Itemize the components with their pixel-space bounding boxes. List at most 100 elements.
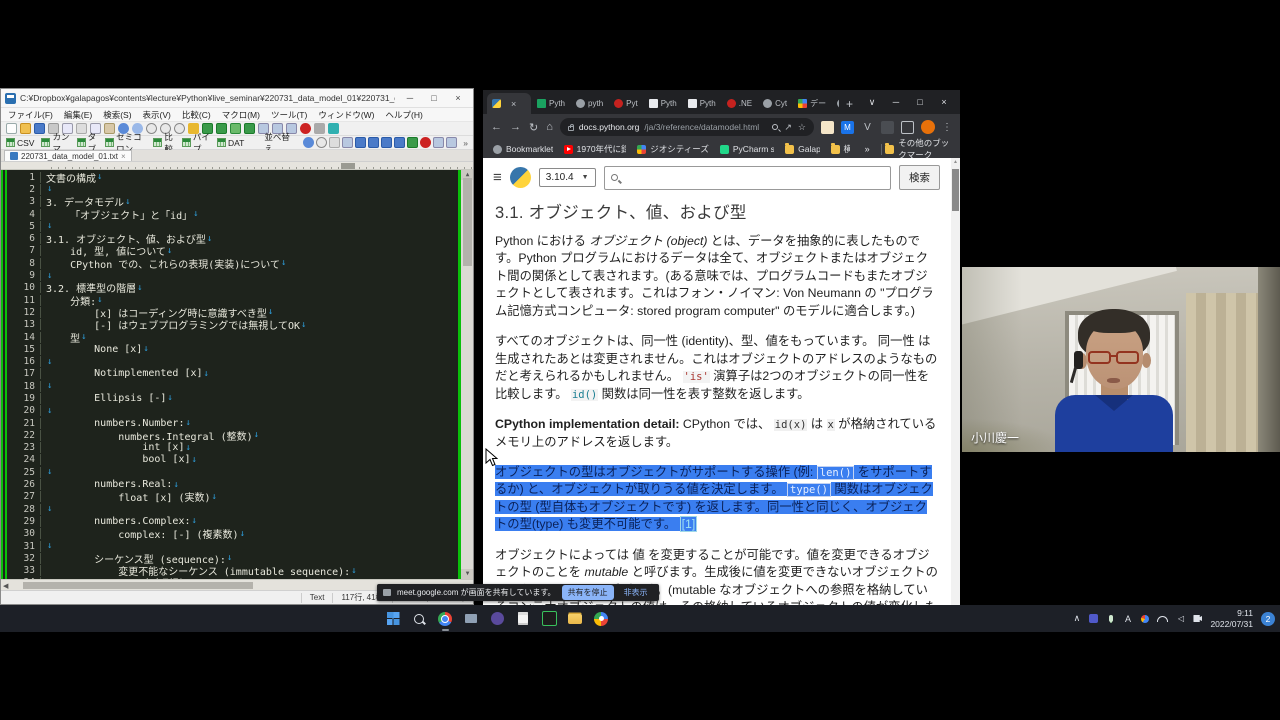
scrollbar-thumb[interactable] bbox=[23, 582, 253, 589]
browser-tab[interactable]: Pyth× bbox=[683, 93, 721, 114]
taskbar-icon[interactable] bbox=[539, 609, 559, 629]
nav-icon[interactable]: ↻ bbox=[529, 121, 538, 134]
scrollbar-thumb[interactable] bbox=[463, 178, 472, 266]
toolbar-overflow-icon[interactable]: » bbox=[463, 138, 468, 148]
tray-icon[interactable] bbox=[1140, 615, 1149, 623]
page-scrollbar[interactable]: ▲ bbox=[951, 158, 960, 605]
menu-item[interactable]: 比較(C) bbox=[182, 109, 211, 121]
toolbar-icon[interactable] bbox=[303, 137, 314, 148]
menu-item[interactable]: ファイル(F) bbox=[8, 109, 53, 121]
taskbar-icon[interactable] bbox=[435, 609, 455, 629]
profile-avatar[interactable] bbox=[921, 120, 935, 134]
menu-item[interactable]: ウィンドウ(W) bbox=[318, 109, 374, 121]
editor-line[interactable]: 18↓ bbox=[9, 380, 460, 392]
window-control-icon[interactable]: ─ bbox=[399, 91, 421, 106]
editor-line[interactable]: 30 complex: [-] (複素数)↓ bbox=[9, 528, 460, 540]
editor-line[interactable]: 16↓ bbox=[9, 355, 460, 367]
scrollbar-thumb[interactable] bbox=[952, 169, 959, 211]
editor-line[interactable]: 24 bool [x]↓ bbox=[9, 454, 460, 466]
editor-line[interactable]: 15 None [x]↓ bbox=[9, 343, 460, 355]
editor-line[interactable]: 23 int [x]↓ bbox=[9, 442, 460, 454]
browser-tab[interactable]: × bbox=[487, 93, 531, 114]
menu-item[interactable]: 編集(E) bbox=[64, 109, 92, 121]
editor-line[interactable]: 22 numbers.Integral (整数)↓ bbox=[9, 429, 460, 441]
bookmark-item[interactable]: Galapagos bbox=[785, 143, 819, 155]
bookmarks-overflow-icon[interactable]: » bbox=[865, 144, 870, 154]
docs-search-input[interactable] bbox=[604, 166, 891, 190]
bookmark-item[interactable]: ジオシティーズの閉鎖で... bbox=[637, 143, 709, 155]
toolbar-icon[interactable] bbox=[433, 137, 444, 148]
address-bar[interactable]: docs.python.org /ja/3/reference/datamode… bbox=[560, 118, 814, 136]
document-tab[interactable]: 220731_data_model_01.txt × bbox=[4, 150, 132, 161]
notification-badge[interactable]: 2 bbox=[1261, 612, 1275, 626]
tray-icon[interactable] bbox=[1176, 614, 1185, 623]
toolbar-icon[interactable] bbox=[368, 137, 379, 148]
menu-item[interactable]: 検索(S) bbox=[103, 109, 131, 121]
bookmark-item[interactable]: PyCharm shortcuts bbox=[720, 143, 774, 155]
toolbar-icon[interactable] bbox=[314, 123, 325, 134]
omnibox-icon[interactable]: ↗ bbox=[784, 122, 792, 133]
editor-line[interactable]: 27 float [x] (実数)↓ bbox=[9, 491, 460, 503]
tab-close-icon[interactable]: × bbox=[511, 99, 516, 109]
toolbar-icon[interactable] bbox=[300, 123, 311, 134]
browser-tab[interactable]: pyth× bbox=[571, 93, 608, 114]
taskbar-icon[interactable] bbox=[591, 609, 611, 629]
toolbar-icon[interactable] bbox=[328, 123, 339, 134]
browser-tab[interactable]: Pyth× bbox=[532, 93, 570, 114]
nav-icon[interactable]: ⌂ bbox=[546, 121, 553, 134]
new-tab-icon[interactable]: + bbox=[840, 97, 859, 111]
stop-sharing-button[interactable]: 共有を停止 bbox=[562, 585, 614, 600]
editor-vertical-scrollbar[interactable]: ▲ ▼ bbox=[460, 170, 473, 579]
editor-line[interactable]: 14 型↓ bbox=[9, 331, 460, 343]
nav-icon[interactable]: ← bbox=[491, 121, 502, 134]
bookmark-item[interactable]: 横浜 bbox=[831, 143, 850, 155]
toolbar-icon[interactable] bbox=[394, 137, 405, 148]
taskbar-icon[interactable] bbox=[513, 609, 533, 629]
toolbar-icon[interactable] bbox=[446, 137, 457, 148]
editor-line[interactable]: 8 CPython での、これらの表現(実装)について↓ bbox=[9, 257, 460, 269]
toolbar-icon[interactable] bbox=[407, 137, 418, 148]
taskbar-icon[interactable] bbox=[565, 609, 585, 629]
editor-line[interactable]: 25↓ bbox=[9, 466, 460, 478]
scroll-up-icon[interactable]: ▲ bbox=[951, 158, 960, 167]
toolbar-icon[interactable] bbox=[420, 137, 431, 148]
editor-line[interactable]: 20↓ bbox=[9, 405, 460, 417]
window-control-icon[interactable]: □ bbox=[908, 93, 932, 111]
lock-icon[interactable] bbox=[568, 126, 574, 131]
zoom-icon[interactable] bbox=[772, 124, 778, 130]
python-logo[interactable] bbox=[510, 167, 531, 188]
taskbar-icon[interactable] bbox=[487, 609, 507, 629]
toolbar-icon[interactable] bbox=[342, 137, 353, 148]
toolbar-icon[interactable] bbox=[244, 123, 255, 134]
tray-icon[interactable] bbox=[1157, 616, 1168, 622]
browser-tab[interactable]: デー× bbox=[793, 93, 831, 114]
chrome-menu-icon[interactable]: ⋮ bbox=[942, 122, 952, 133]
extension-icon[interactable] bbox=[901, 121, 914, 134]
extension-icon[interactable] bbox=[881, 121, 894, 134]
toolbar-icon[interactable] bbox=[355, 137, 366, 148]
editor-line[interactable]: 28↓ bbox=[9, 503, 460, 515]
emeditor-titlebar[interactable]: C:¥Dropbox¥galapagos¥contents¥lecture¥Py… bbox=[1, 89, 473, 108]
extension-v-icon[interactable]: V bbox=[861, 121, 874, 134]
editor-line[interactable]: 4 「オブジェクト」と「id」↓ bbox=[9, 208, 460, 220]
browser-tab[interactable]: ミマ× bbox=[832, 93, 839, 114]
taskbar-icon[interactable] bbox=[409, 609, 429, 629]
scroll-down-icon[interactable]: ▼ bbox=[461, 569, 473, 579]
menu-item[interactable]: ツール(T) bbox=[271, 109, 307, 121]
bookmark-item[interactable]: BookmarkletCookie... bbox=[493, 143, 553, 155]
window-control-icon[interactable]: ─ bbox=[884, 93, 908, 111]
browser-tab[interactable]: Pyth× bbox=[644, 93, 682, 114]
taskbar-clock[interactable]: 9:11 2022/07/31 bbox=[1210, 608, 1253, 628]
editor-line[interactable]: 19 Ellipsis [-]↓ bbox=[9, 392, 460, 404]
browser-tab[interactable]: Pyt× bbox=[609, 93, 643, 114]
nav-icon[interactable]: → bbox=[510, 121, 521, 134]
toolbar-icon[interactable] bbox=[316, 137, 327, 148]
hamburger-icon[interactable]: ≡ bbox=[493, 169, 502, 186]
taskbar-icon[interactable] bbox=[461, 609, 481, 629]
scroll-left-icon[interactable]: ◀ bbox=[3, 582, 8, 590]
editor-line[interactable]: 1文書の構成↓ bbox=[9, 171, 460, 183]
bookmark-item[interactable]: 1970年代に録音され... bbox=[564, 143, 627, 155]
search-button[interactable]: 検索 bbox=[899, 165, 940, 190]
tray-icon[interactable] bbox=[1193, 615, 1202, 622]
tab-close-icon[interactable]: × bbox=[121, 152, 126, 161]
